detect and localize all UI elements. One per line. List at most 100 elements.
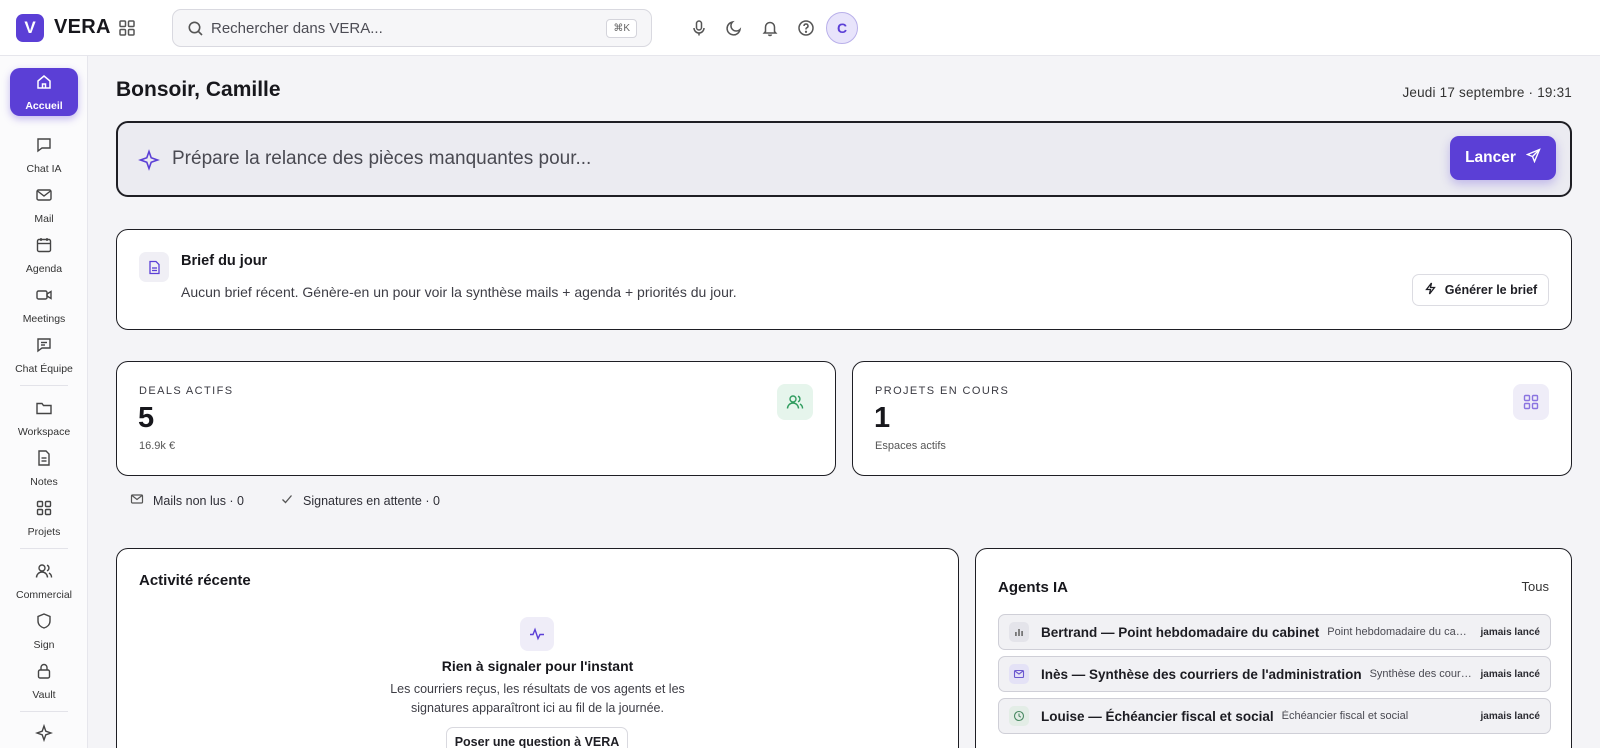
mail-icon (130, 492, 144, 509)
sidebar-item-sign[interactable]: Sign (10, 607, 78, 655)
agent-row[interactable]: Bertrand — Point hebdomadaire du cabinet… (998, 614, 1551, 650)
sidebar-item-label: Mail (34, 212, 54, 225)
lock-icon (35, 662, 53, 685)
sidebar-item-meetings[interactable]: Meetings (10, 281, 78, 329)
sidebar: Accueil Chat IA Mail Agenda Meetings Cha… (0, 56, 88, 748)
sidebar-item-notes[interactable]: Notes (10, 444, 78, 492)
sidebar-item-label: Commercial (15, 588, 72, 601)
ask-vera-button[interactable]: Poser une question à VERA (446, 727, 628, 748)
sidebar-item-chat-ia[interactable]: Chat IA (10, 131, 78, 179)
launch-button[interactable]: Lancer (1450, 136, 1556, 180)
pending-signatures-label: Signatures en attente · 0 (303, 493, 440, 508)
app-logo[interactable]: V (16, 14, 44, 42)
stat-label: DEALS ACTIFS (139, 385, 234, 397)
activity-icon (520, 617, 554, 651)
sidebar-item-more[interactable] (10, 720, 78, 748)
sidebar-item-vault[interactable]: Vault (10, 657, 78, 705)
home-icon (35, 73, 53, 96)
stat-card-projets[interactable]: PROJETS EN COURS 1 Espaces actifs (852, 361, 1572, 476)
empty-state-title: Rien à signaler pour l'instant (441, 658, 634, 674)
agent-row[interactable]: Louise — Échéancier fiscal et social Éch… (998, 698, 1551, 734)
ai-agents-card: Agents IA Tous Bertrand — Point hebdomad… (975, 548, 1572, 748)
sidebar-item-label: Chat IA (26, 162, 62, 175)
all-agents-button[interactable]: Tous (1522, 579, 1549, 594)
sidebar-item-agenda[interactable]: Agenda (10, 231, 78, 279)
bar-chart-icon (1009, 622, 1029, 642)
agent-name: Louise — Échéancier fiscal et social (1041, 708, 1274, 724)
unread-mails[interactable]: Mails non lus · 0 (130, 492, 244, 509)
generate-brief-button[interactable]: Générer le brief (1412, 274, 1549, 306)
prompt-input[interactable]: Prépare la relance des pièces manquantes… (172, 148, 591, 170)
sidebar-item-label: Sign (33, 638, 55, 651)
sidebar-divider (20, 548, 68, 549)
stat-card-deals[interactable]: DEALS ACTIFS 5 16.9k € (116, 361, 836, 476)
agent-name: Bertrand — Point hebdomadaire du cabinet (1041, 624, 1320, 640)
search-input[interactable] (211, 10, 571, 46)
document-icon (139, 252, 169, 282)
lightning-icon (1424, 282, 1437, 298)
users-icon (777, 384, 813, 420)
sidebar-item-projets[interactable]: Projets (10, 494, 78, 542)
agents-title: Agents IA (998, 579, 1069, 596)
sidebar-item-label: Projets (27, 525, 61, 538)
sidebar-item-label: Agenda (25, 262, 63, 275)
user-avatar[interactable]: C (826, 12, 858, 44)
sidebar-divider (20, 385, 68, 386)
calendar-icon (35, 236, 53, 259)
stat-value: 1 (874, 402, 891, 434)
search-icon (187, 20, 204, 37)
brief-title: Brief du jour (181, 253, 268, 269)
page-title: Bonsoir, Camille (116, 78, 281, 101)
pending-signatures[interactable]: Signatures en attente · 0 (280, 492, 440, 509)
brief-text: Aucun brief récent. Génère-en un pour vo… (181, 284, 737, 300)
agent-description: Point hebdomadaire du cabinet (1327, 626, 1473, 638)
search-shortcut-badge: ⌘K (606, 19, 637, 38)
agent-name: Inès — Synthèse des courriers de l'admin… (1041, 666, 1362, 682)
recent-activity-card: Activité récente Rien à signaler pour l'… (116, 548, 959, 748)
empty-state-text: Les courriers reçus, les résultats de vo… (390, 682, 685, 715)
team-chat-icon (35, 336, 53, 359)
search-bar[interactable]: ⌘K (172, 9, 652, 47)
mail-icon (1009, 664, 1029, 684)
check-icon (280, 492, 294, 509)
bell-icon[interactable] (759, 17, 781, 39)
launch-label: Lancer (1465, 149, 1516, 166)
sidebar-item-accueil[interactable]: Accueil (10, 68, 78, 116)
daily-brief-card: Brief du jour Aucun brief récent. Génère… (116, 229, 1572, 330)
stat-value: 5 (138, 402, 155, 434)
ai-prompt-box[interactable]: Prépare la relance des pièces manquantes… (116, 121, 1572, 197)
app-name: VERA (54, 16, 111, 38)
sidebar-item-label: Vault (32, 688, 56, 701)
sidebar-item-label: Meetings (22, 312, 66, 325)
mail-icon (35, 186, 53, 209)
help-icon[interactable] (795, 17, 817, 39)
users-icon (35, 562, 53, 585)
stat-subtext: 16.9k € (139, 440, 176, 452)
unread-mails-label: Mails non lus · 0 (153, 493, 245, 508)
chat-icon (35, 136, 53, 159)
shield-icon (35, 612, 53, 635)
quick-stats: Mails non lus · 0 Signatures en attente … (130, 492, 440, 509)
sidebar-item-commercial[interactable]: Commercial (10, 557, 78, 605)
agent-row[interactable]: Inès — Synthèse des courriers de l'admin… (998, 656, 1551, 692)
sidebar-item-chat-equipe[interactable]: Chat Équipe (10, 331, 78, 379)
microphone-icon[interactable] (688, 17, 710, 39)
top-bar: V VERA ⌘K C (0, 0, 1600, 56)
activity-title: Activité récente (139, 572, 251, 589)
grid-icon (1513, 384, 1549, 420)
agent-description: Synthèse des courriers de l'administrati… (1369, 668, 1473, 680)
sidebar-item-workspace[interactable]: Workspace (10, 394, 78, 442)
clock-icon (1009, 706, 1029, 726)
sparkle-icon (34, 723, 54, 747)
sidebar-divider (20, 711, 68, 712)
video-icon (35, 286, 53, 309)
apps-grid-icon[interactable] (116, 17, 138, 39)
note-icon (35, 449, 53, 472)
sidebar-item-label: Workspace (17, 425, 71, 438)
agent-description: Échéancier fiscal et social (1281, 710, 1409, 722)
sidebar-item-label: Accueil (25, 99, 63, 112)
agent-status: jamais lancé (1480, 710, 1540, 722)
sidebar-item-mail[interactable]: Mail (10, 181, 78, 229)
moon-icon[interactable] (723, 17, 745, 39)
sidebar-item-label: Chat Équipe (15, 362, 73, 375)
